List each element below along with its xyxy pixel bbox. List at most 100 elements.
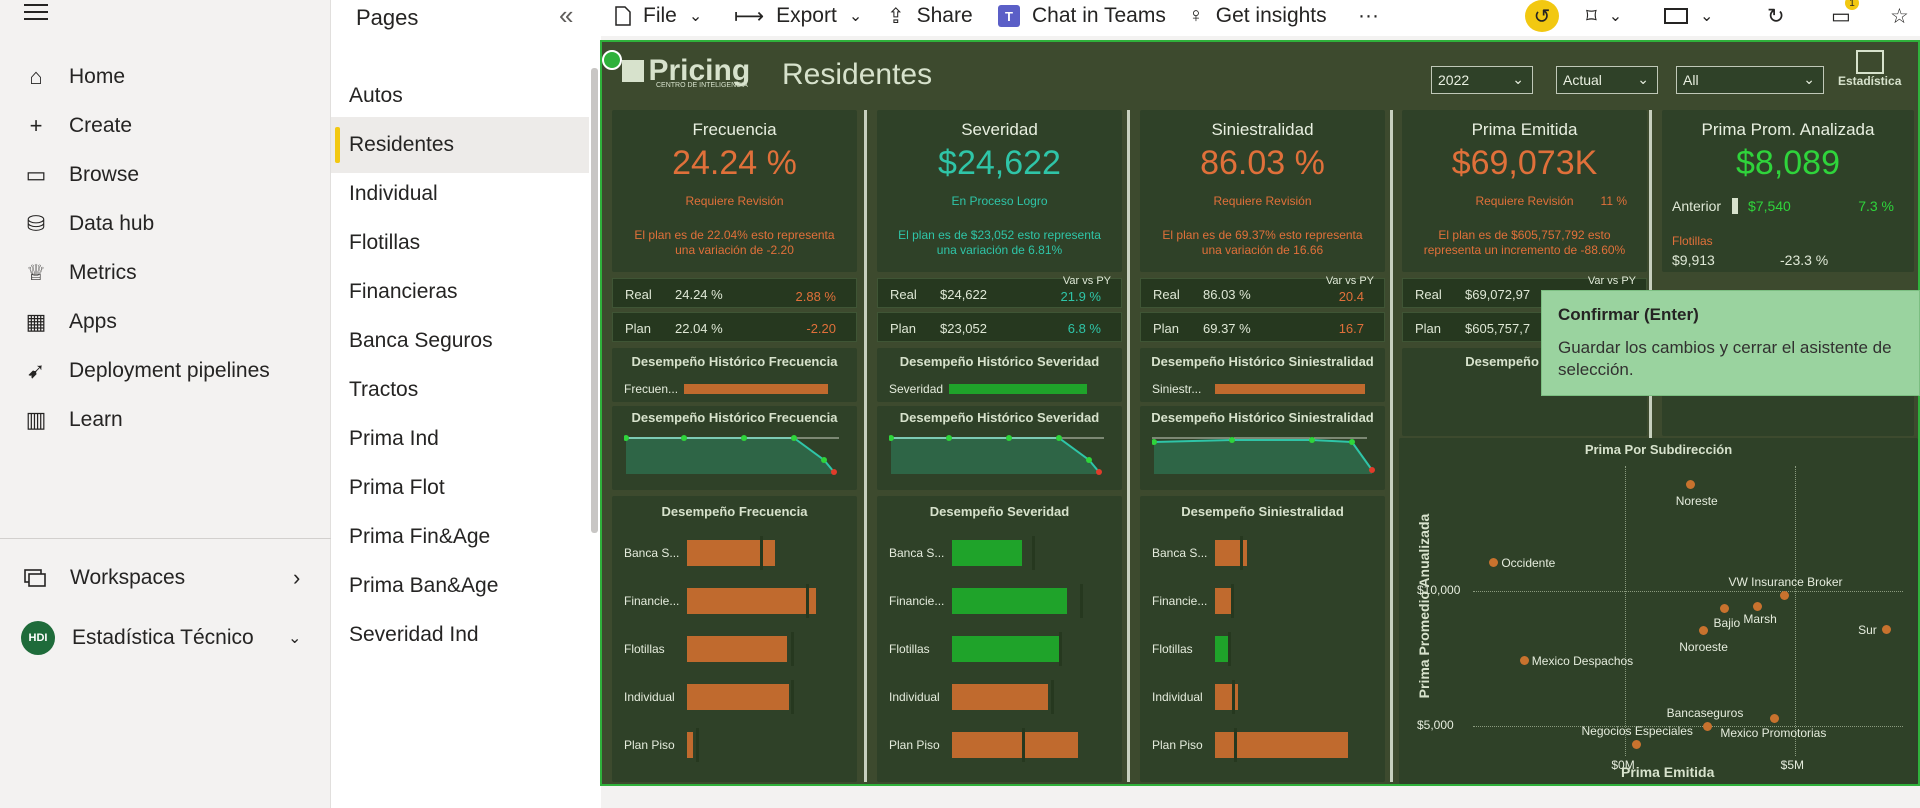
performance-bar [952,684,1048,710]
page-tab-5[interactable]: Financieras [331,264,589,320]
scatter-point[interactable] [1631,739,1641,749]
scatter-point[interactable] [1719,604,1729,614]
nav-item-apps[interactable]: ▦ Apps [0,297,331,347]
historic-bar-label: Siniestr... [1152,382,1202,396]
scatter-point[interactable] [1780,590,1790,600]
kpi-card-frecuencia[interactable]: Frecuencia 24.24 % Requiere Revisión El pla… [612,110,857,272]
plan-variation: 6.8 % [1067,321,1101,336]
kpi-status: Requiere Revisión [685,194,784,208]
performance-bar-label: Individual [624,690,675,704]
scenario-filter[interactable]: Actual ⌄ [1556,66,1658,94]
performance-bar-label: Flotillas [889,642,930,656]
scatter-plot-area[interactable]: $10,000 $5,000 $0M $5M Noreste Occidente VW In… [1417,466,1903,772]
share-button[interactable]: ⇪ Share [887,0,973,32]
performance-panel[interactable]: Desempeño Frecuencia Banca S... Financie..… [612,496,857,782]
more-options-button[interactable]: ··· [1358,0,1379,32]
flotillas-label: Flotillas [1672,234,1713,248]
scatter-point[interactable] [1702,722,1712,732]
scatter-point[interactable] [1685,479,1695,489]
historic-panel[interactable]: Desempeño Histórico Frecuencia Frecuen... [612,348,857,402]
scatter-point[interactable] [1489,558,1499,568]
historic-bar-label: Severidad [889,382,944,396]
nav-workspace-current[interactable]: HDI Estadística Técnico ⌄ [0,613,331,663]
historic-title: Desempeño Histórico Frecuencia [631,354,838,369]
historic-trend-panel[interactable]: Desempeño Histórico Siniestralidad [1140,406,1385,490]
kpi-plan-note: El plan es de 22.04% esto representa una… [634,228,835,257]
page-tab-6[interactable]: Banca Seguros [331,313,589,369]
page-tab-12[interactable]: Severidad Ind [331,607,589,663]
nav-item-home[interactable]: ⌂ Home [0,52,331,102]
scatter-point[interactable] [1753,601,1763,611]
pricing-logo: Pricing CENTRO DE INTELIGENCIA [622,54,750,89]
scatter-point-label: Noroeste [1679,639,1728,654]
star-icon: ☆ [1890,4,1909,28]
get-insights-button[interactable]: ♀ Get insights [1188,0,1327,32]
year-filter[interactable]: 2022 ⌄ [1431,66,1533,94]
performance-target-mark [791,680,795,714]
kpi-value: 86.03 % [1200,144,1325,182]
bookmark-menu[interactable]: ⌑ ⌄ [1586,0,1622,32]
file-menu[interactable]: File ⌄ [615,0,702,32]
chat-in-teams-button[interactable]: T Chat in Teams [998,0,1166,32]
page-tab-3[interactable]: Individual [331,166,589,222]
scatter-point[interactable] [1882,624,1892,634]
scatter-gridline-x [1794,466,1796,756]
undo-button[interactable]: ↺ [1525,0,1559,32]
favorite-button[interactable]: ☆ [1890,0,1909,32]
performance-panel[interactable]: Desempeño Siniestralidad Banca S... Financ… [1140,496,1385,782]
historic-panel[interactable]: Desempeño Histórico Severidad Severidad [877,348,1122,402]
scatter-point[interactable] [1519,655,1529,665]
chevron-down-icon: ⌄ [848,8,863,25]
performance-title: Desempeño Frecuencia [661,504,808,519]
pages-pane: Pages « Autos Residentes Individual Flotill… [331,0,601,808]
workspace-name: Estadística Técnico [72,626,254,649]
tooltip-title: Confirmar (Enter) [1558,305,1699,324]
nav-item-browse[interactable]: ▭ Browse [0,150,331,200]
page-tab-11[interactable]: Prima Ban&Age [331,558,589,614]
chevron-down-icon: ⌄ [1608,8,1623,25]
scatter-point[interactable] [1770,714,1780,724]
refresh-button[interactable]: ↻ [1767,0,1785,32]
kpi-card-prima-prom-analizada[interactable]: Prima Prom. Analizada $8,089 Anterior $7,54… [1662,110,1914,272]
performance-target-mark [695,728,699,762]
scatter-y-tick: $5,000 [1417,718,1454,733]
page-tab-7[interactable]: Tractos [331,362,589,418]
view-menu[interactable]: ⌄ [1664,0,1713,32]
page-tab-2[interactable]: Residentes [331,117,589,173]
nav-item-create[interactable]: + Create [0,101,331,151]
performance-panel[interactable]: Desempeño Severidad Banca S... Financie...… [877,496,1122,782]
comments-button[interactable]: ▭ 1 [1831,0,1859,32]
historic-panel[interactable]: Desempeño Histórico Siniestralidad Sinies… [1140,348,1385,402]
nav-item-deployment-pipelines[interactable]: ➹ Deployment pipelines [0,346,331,396]
hamburger-menu-icon[interactable] [24,2,50,22]
nav-item-learn[interactable]: ▥ Learn [0,395,331,445]
page-tab-4[interactable]: Flotillas [331,215,589,271]
kpi-card-siniestralidad[interactable]: Siniestralidad 86.03 % Requiere Revisión El… [1140,110,1385,272]
page-tab-8[interactable]: Prima Ind [331,411,589,467]
kpi-card-prima-emitida[interactable]: Prima Emitida $69,073K Requiere Revisión 11… [1402,110,1647,272]
visual-selection-icon[interactable] [602,50,622,70]
kpi-card-severidad[interactable]: Severidad $24,622 En Proceso Logro El plan … [877,110,1122,272]
page-tab-10[interactable]: Prima Fin&Age [331,509,589,565]
scatter-point-label: Bajio [1713,616,1741,631]
nav-item-data-hub[interactable]: ⛁ Data hub [0,199,331,249]
collapse-pages-icon[interactable]: « [559,0,573,31]
pages-scrollbar[interactable] [591,68,598,533]
export-menu[interactable]: ⟼ Export ⌄ [734,0,862,32]
performance-bar-label: Banca S... [889,546,945,560]
historic-trend-panel[interactable]: Desempeño Histórico Severidad [877,406,1122,490]
export-icon: ⟼ [734,4,765,28]
nav-workspaces[interactable]: Workspaces › [0,553,331,603]
workspace-avatar: HDI [21,621,55,655]
real-value: 86.03 % [1203,287,1251,302]
performance-target-mark [1239,536,1243,570]
scope-filter[interactable]: All ⌄ [1676,66,1824,94]
scatter-point[interactable] [1699,625,1709,635]
performance-target-mark [1059,632,1063,666]
performance-target-mark [1079,584,1083,618]
page-tab-9[interactable]: Prima Flot [331,460,589,516]
page-tab-1[interactable]: Autos [331,68,589,124]
nav-item-metrics[interactable]: ♕ Metrics [0,248,331,298]
scope-filter-value: All [1683,72,1699,88]
historic-trend-panel[interactable]: Desempeño Histórico Frecuencia [612,406,857,490]
